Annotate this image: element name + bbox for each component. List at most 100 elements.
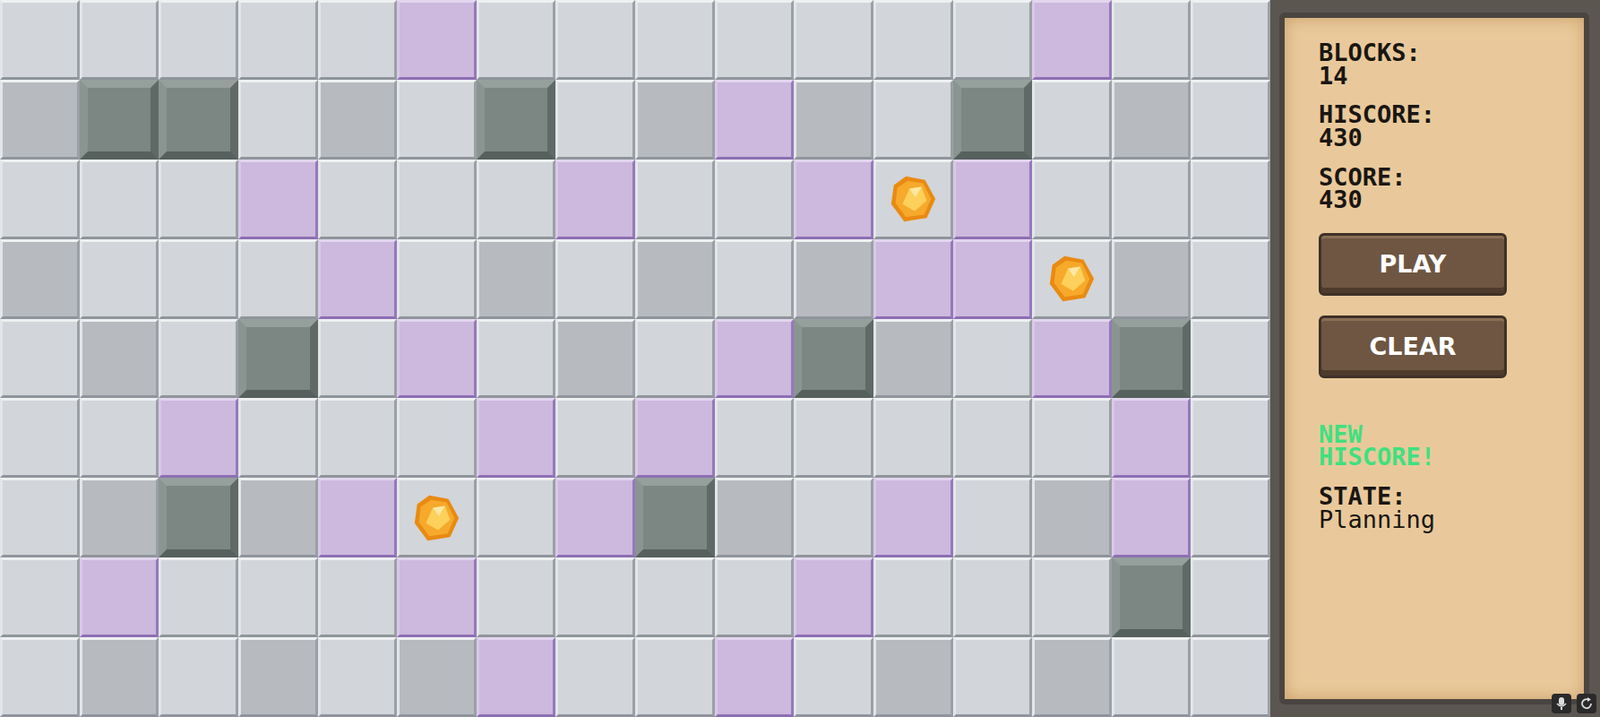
board-cell[interactable] (396, 159, 477, 240)
board-cell[interactable] (158, 557, 239, 637)
board-cell[interactable] (476, 239, 557, 319)
board-cell[interactable] (158, 0, 239, 80)
board-cell[interactable] (953, 318, 1033, 399)
board-cell[interactable] (1111, 636, 1192, 717)
board-cell[interactable] (873, 318, 954, 399)
board-cell[interactable] (476, 557, 557, 637)
board-cell[interactable] (396, 477, 477, 558)
board-cell[interactable] (793, 557, 874, 637)
board-cell[interactable] (555, 0, 636, 80)
board-cell[interactable] (953, 79, 1033, 160)
board-cell[interactable] (396, 636, 477, 717)
board-cell[interactable] (238, 0, 319, 80)
microphone-icon[interactable] (1551, 693, 1572, 714)
board-cell[interactable] (238, 239, 319, 319)
board-cell[interactable] (635, 477, 715, 558)
board-cell[interactable] (238, 79, 319, 160)
board-cell[interactable] (793, 318, 874, 399)
board-cell[interactable] (238, 318, 319, 399)
board-cell[interactable] (158, 397, 239, 478)
board-cell[interactable] (0, 0, 80, 80)
board-cell[interactable] (318, 318, 398, 399)
board-cell[interactable] (714, 557, 795, 637)
board-cell[interactable] (1190, 636, 1271, 717)
board-cell[interactable] (79, 477, 160, 558)
board-cell[interactable] (714, 239, 795, 319)
board-cell[interactable] (714, 636, 795, 717)
board-cell[interactable] (158, 477, 239, 558)
board-cell[interactable] (318, 0, 398, 80)
board-cell[interactable] (555, 477, 636, 558)
board-cell[interactable] (635, 239, 715, 319)
board-cell[interactable] (873, 636, 954, 717)
board-cell[interactable] (476, 636, 557, 717)
board-cell[interactable] (1111, 397, 1192, 478)
board-cell[interactable] (793, 239, 874, 319)
board-cell[interactable] (318, 159, 398, 240)
board-cell[interactable] (79, 397, 160, 478)
board-cell[interactable] (0, 159, 80, 240)
board-cell[interactable] (793, 159, 874, 240)
board-cell[interactable] (1111, 477, 1192, 558)
board-cell[interactable] (79, 636, 160, 717)
board-cell[interactable] (158, 79, 239, 160)
board-cell[interactable] (1111, 318, 1192, 399)
board-cell[interactable] (714, 397, 795, 478)
board-cell[interactable] (793, 79, 874, 160)
board-cell[interactable] (476, 477, 557, 558)
board-cell[interactable] (396, 79, 477, 160)
board-cell[interactable] (1032, 477, 1112, 558)
board-cell[interactable] (555, 79, 636, 160)
board-cell[interactable] (1032, 79, 1112, 160)
board-cell[interactable] (555, 636, 636, 717)
board-cell[interactable] (1032, 397, 1112, 478)
board-cell[interactable] (1111, 0, 1192, 80)
board-cell[interactable] (476, 159, 557, 240)
board-cell[interactable] (635, 557, 715, 637)
board-cell[interactable] (714, 79, 795, 160)
board-cell[interactable] (476, 397, 557, 478)
board-cell[interactable] (476, 0, 557, 80)
board-cell[interactable] (0, 79, 80, 160)
board-cell[interactable] (953, 239, 1033, 319)
board-cell[interactable] (1032, 0, 1112, 80)
board-cell[interactable] (396, 557, 477, 637)
board-cell[interactable] (158, 636, 239, 717)
board-cell[interactable] (238, 397, 319, 478)
board-cell[interactable] (318, 557, 398, 637)
board-cell[interactable] (873, 79, 954, 160)
board-cell[interactable] (1032, 636, 1112, 717)
board-cell[interactable] (1111, 79, 1192, 160)
board-cell[interactable] (0, 318, 80, 399)
board-cell[interactable] (79, 0, 160, 80)
board-cell[interactable] (318, 636, 398, 717)
board-cell[interactable] (1190, 397, 1271, 478)
board-cell[interactable] (873, 0, 954, 80)
board-cell[interactable] (714, 477, 795, 558)
board-cell[interactable] (793, 0, 874, 80)
board-cell[interactable] (555, 318, 636, 399)
board-cell[interactable] (1111, 557, 1192, 637)
board-cell[interactable] (873, 557, 954, 637)
board-cell[interactable] (318, 477, 398, 558)
board-cell[interactable] (714, 0, 795, 80)
board-cell[interactable] (396, 0, 477, 80)
board-cell[interactable] (635, 318, 715, 399)
board-cell[interactable] (635, 0, 715, 80)
board-cell[interactable] (635, 79, 715, 160)
board-cell[interactable] (476, 79, 557, 160)
board-cell[interactable] (873, 239, 954, 319)
board-cell[interactable] (0, 636, 80, 717)
board-cell[interactable] (1032, 239, 1112, 319)
board-cell[interactable] (953, 477, 1033, 558)
board-cell[interactable] (1190, 0, 1271, 80)
board-cell[interactable] (1032, 318, 1112, 399)
board-cell[interactable] (635, 159, 715, 240)
board-cell[interactable] (953, 159, 1033, 240)
action-button[interactable]: CLEAR (1318, 315, 1507, 379)
board-cell[interactable] (158, 159, 239, 240)
board-cell[interactable] (0, 397, 80, 478)
board-cell[interactable] (238, 159, 319, 240)
board-cell[interactable] (318, 397, 398, 478)
board-cell[interactable] (873, 397, 954, 478)
